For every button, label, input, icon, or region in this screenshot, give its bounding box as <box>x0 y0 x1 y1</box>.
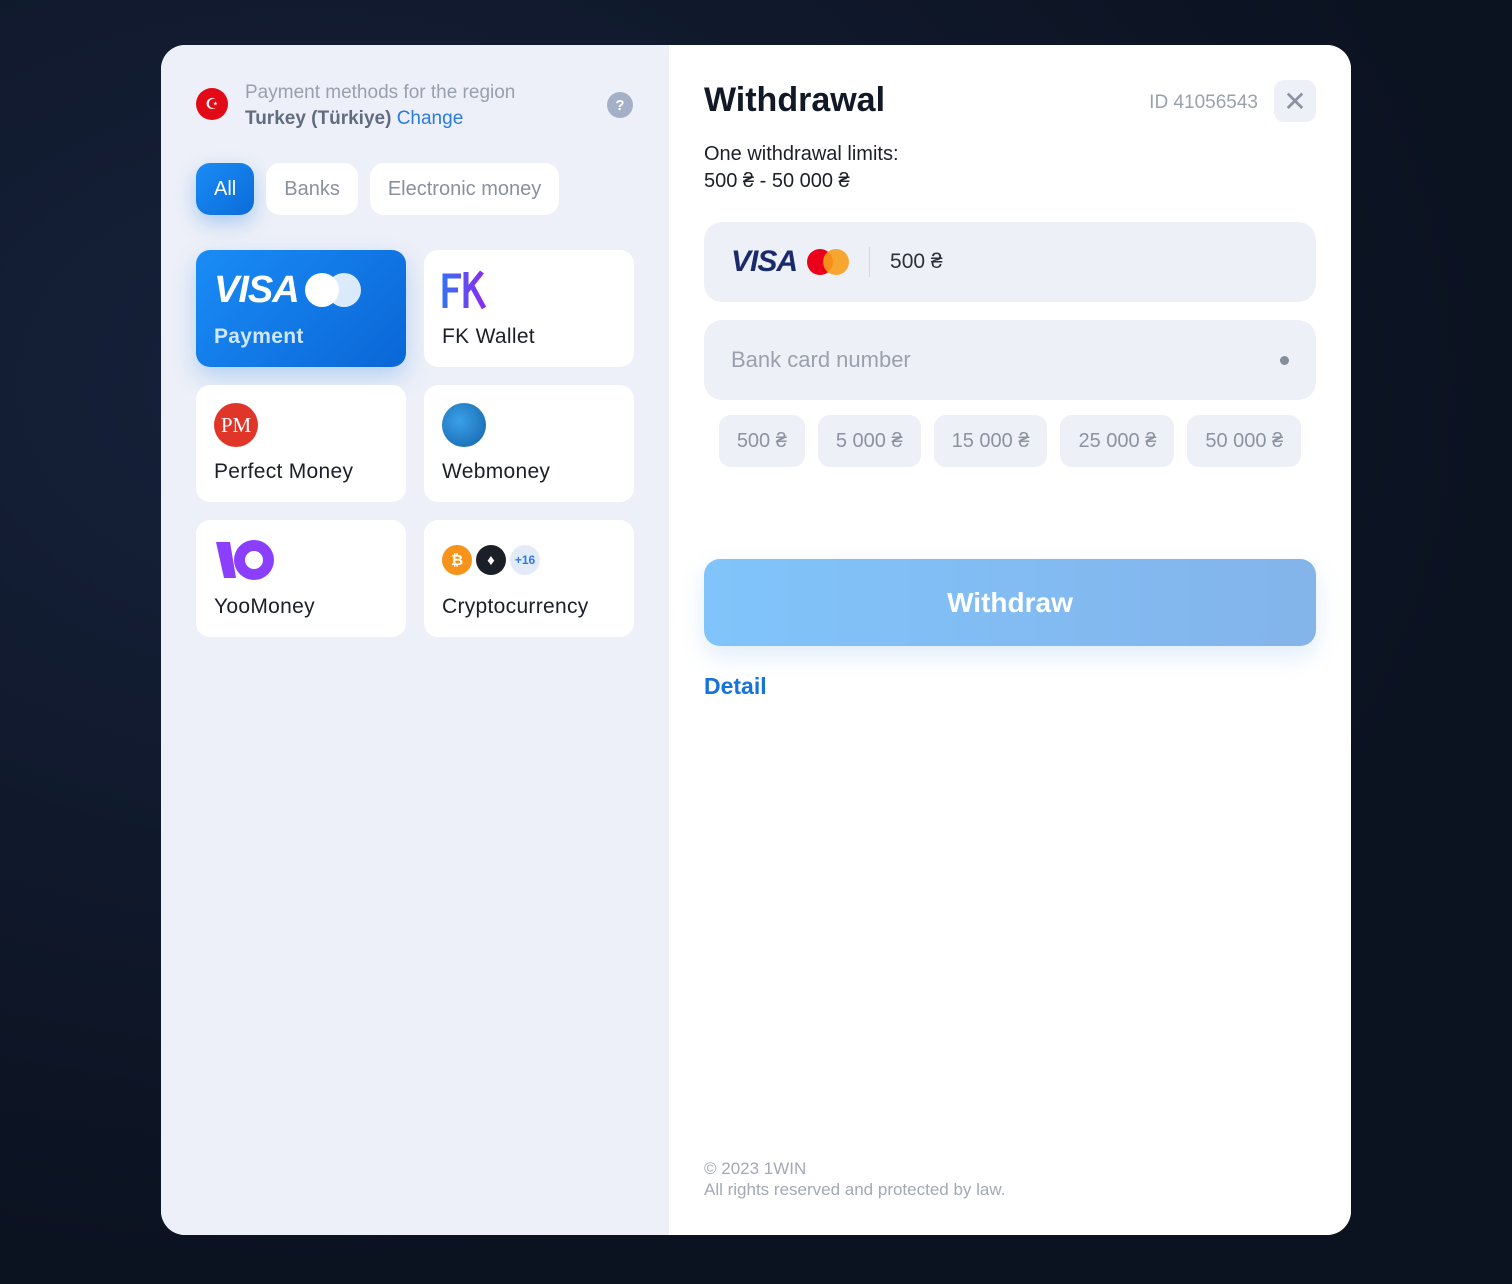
amount-input[interactable]: VISA 500 ₴ <box>704 222 1316 302</box>
withdrawal-form: Withdrawal ID 41056543 ✕ One withdrawal … <box>669 45 1351 1235</box>
filter-tabs: All Banks Electronic money <box>196 163 560 215</box>
footer: © 2023 1WIN All rights reserved and prot… <box>704 1158 1005 1200</box>
limits-range: 500 ₴ - 50 000 ₴ <box>704 170 850 192</box>
more-coins-badge: +16 <box>510 545 540 575</box>
card-number-input[interactable]: Bank card number <box>704 320 1316 400</box>
withdrawal-limits: One withdrawal limits: 500 ₴ - 50 000 ₴ <box>704 141 899 195</box>
mastercard-icon <box>304 273 361 307</box>
change-region-link[interactable]: Change <box>397 108 464 129</box>
quick-amount-button[interactable]: 25 000 ₴ <box>1060 415 1175 467</box>
user-id: ID 41056543 <box>1149 92 1258 113</box>
help-icon[interactable]: ? <box>607 92 633 118</box>
region-selector: ☪ Payment methods for the region Turkey … <box>196 80 515 132</box>
ethereum-icon: ♦ <box>476 545 506 575</box>
quick-amount-button[interactable]: 50 000 ₴ <box>1187 415 1302 467</box>
quick-amounts: 500 ₴ 5 000 ₴ 15 000 ₴ 25 000 ₴ 50 000 ₴ <box>704 415 1316 467</box>
visa-logo-icon: VISA <box>214 268 300 311</box>
method-card-webmoney[interactable]: Webmoney <box>424 385 634 502</box>
detail-link[interactable]: Detail <box>704 673 767 700</box>
method-name: YooMoney <box>214 595 315 618</box>
method-grid: VISA Payment FK Wallet PM Perfect Money … <box>196 250 634 637</box>
filter-electronic-money[interactable]: Electronic money <box>369 163 560 215</box>
visa-logo-icon: VISA <box>731 245 798 278</box>
rights-text: All rights reserved and protected by law… <box>704 1180 1006 1199</box>
withdraw-button[interactable]: Withdraw <box>704 559 1316 646</box>
card-number-placeholder: Bank card number <box>731 347 911 372</box>
filter-banks[interactable]: Banks <box>266 163 358 215</box>
method-card-cryptocurrency[interactable]: ₿ ♦ +16 Cryptocurrency <box>424 520 634 637</box>
bitcoin-icon: ₿ <box>442 545 472 575</box>
filter-all[interactable]: All <box>196 163 255 215</box>
region-country: Turkey (Türkiye) <box>245 108 392 129</box>
close-icon[interactable]: ✕ <box>1274 80 1316 122</box>
quick-amount-button[interactable]: 5 000 ₴ <box>817 415 921 467</box>
turkey-flag-icon: ☪ <box>196 88 228 120</box>
method-name: Webmoney <box>442 460 551 483</box>
amount-value: 500 ₴ <box>890 250 943 273</box>
method-card-yoomoney[interactable]: YooMoney <box>196 520 406 637</box>
mastercard-icon <box>807 249 850 275</box>
quick-amount-button[interactable]: 15 000 ₴ <box>933 415 1048 467</box>
yoomoney-icon <box>216 540 274 580</box>
perfect-money-icon: PM <box>214 403 258 447</box>
copyright: © 2023 1WIN <box>704 1159 807 1178</box>
method-card-fk-wallet[interactable]: FK Wallet <box>424 250 634 367</box>
payment-methods-panel: ☪ Payment methods for the region Turkey … <box>161 45 669 1235</box>
fk-wallet-icon <box>442 270 486 310</box>
method-card-visa[interactable]: VISA Payment <box>196 250 406 367</box>
method-name: Payment <box>214 325 304 348</box>
page-title: Withdrawal <box>704 81 886 119</box>
method-name: FK Wallet <box>442 325 535 348</box>
withdrawal-modal: ☪ Payment methods for the region Turkey … <box>161 45 1351 1235</box>
quick-amount-button[interactable]: 500 ₴ <box>718 415 805 467</box>
region-caption: Payment methods for the region <box>245 82 516 103</box>
method-name: Perfect Money <box>214 460 354 483</box>
webmoney-globe-icon <box>442 403 486 447</box>
divider <box>869 247 871 277</box>
method-name: Cryptocurrency <box>442 595 589 618</box>
status-dot-icon <box>1280 355 1289 365</box>
method-card-perfect-money[interactable]: PM Perfect Money <box>196 385 406 502</box>
limits-label: One withdrawal limits: <box>704 143 899 165</box>
